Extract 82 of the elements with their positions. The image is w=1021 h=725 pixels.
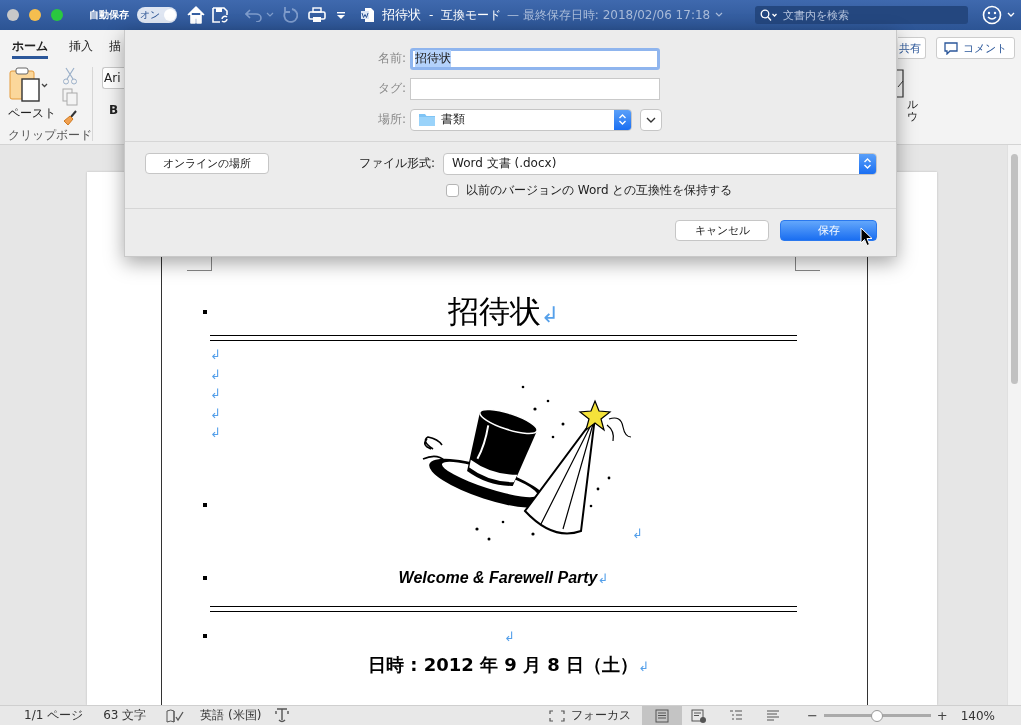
scroll-thumb[interactable]	[1011, 154, 1018, 384]
search-icon[interactable]	[760, 9, 778, 21]
ribbon-tab[interactable]: 挿入	[69, 38, 93, 59]
paragraph-mark: ↲	[210, 366, 221, 382]
zoom-button[interactable]	[51, 9, 63, 21]
tags-field[interactable]	[410, 77, 660, 100]
paragraph-mark: ↲	[210, 347, 221, 363]
focus-button[interactable]: フォーカス	[570, 707, 631, 724]
folder-icon	[419, 113, 435, 126]
web-layout-icon	[690, 708, 707, 723]
party-name: Welcome & Farewell Party	[398, 569, 598, 586]
minimize-button[interactable]	[29, 9, 41, 21]
stepper-arrows-icon	[863, 157, 872, 170]
bold-button[interactable]: B	[109, 103, 123, 117]
event-date: 日時 : 2012 年 9 月 8 日（土）	[367, 653, 639, 675]
ribbon-tab[interactable]: 描	[109, 38, 121, 59]
field-label: タグ:	[376, 80, 407, 97]
font-name-field[interactable]: Ari	[102, 67, 124, 89]
language-indicator[interactable]: 英語 (米国)	[200, 707, 262, 724]
close-button[interactable]	[7, 9, 19, 21]
redo-icon[interactable]	[282, 6, 298, 24]
cut-icon[interactable]	[62, 67, 78, 85]
customize-menu-icon[interactable]	[336, 10, 346, 20]
print-icon[interactable]	[308, 7, 326, 23]
outline-icon	[727, 708, 744, 723]
zoom-in-button[interactable]: +	[936, 708, 948, 723]
chevron-down-icon	[646, 116, 656, 123]
stepper-arrows-icon	[618, 113, 627, 126]
autosave-toggle[interactable]: オン	[137, 7, 177, 23]
paragraph-mark: ↲	[210, 425, 221, 441]
draft-icon	[764, 708, 781, 723]
paragraph-mark: ↲	[638, 658, 650, 674]
command-label: ル	[907, 99, 918, 111]
file-format-popup[interactable]: Word 文書 (.docx)	[443, 152, 877, 175]
paragraph-mark: ↲	[597, 571, 609, 586]
expand-button[interactable]	[640, 108, 662, 131]
clipboard-icon	[8, 67, 48, 103]
paragraph-mark: ↲	[504, 629, 515, 644]
checkbox-label: 以前のバージョンの Word との互換性を保持する	[466, 182, 733, 199]
page-count[interactable]: 1/1 ページ	[24, 707, 84, 724]
focus-icon[interactable]	[548, 709, 565, 722]
format-painter-icon[interactable]	[62, 109, 78, 127]
field-label: 場所:	[376, 111, 407, 128]
word-document-icon	[361, 7, 375, 23]
online-locations-button[interactable]: オンラインの場所	[145, 153, 269, 174]
chevron-down-icon[interactable]	[715, 12, 724, 18]
smiley-icon[interactable]	[982, 5, 1002, 25]
undo-icon[interactable]	[245, 8, 263, 22]
proofing-icon[interactable]	[166, 708, 185, 723]
last-saved-label: — 最終保存日時: 2018/02/06 17:18	[506, 6, 711, 24]
autosave-label: 自動保存	[89, 8, 129, 22]
ribbon-tab[interactable]: ホーム	[12, 38, 48, 59]
comment-icon	[944, 41, 958, 55]
slider-thumb[interactable]	[871, 709, 884, 722]
zoom-out-button[interactable]: −	[806, 708, 818, 723]
view-button[interactable]	[641, 705, 682, 725]
track-changes-icon[interactable]	[275, 707, 290, 724]
group-label: クリップボード	[8, 127, 92, 144]
paste-button[interactable]: ペースト	[8, 67, 60, 127]
print-layout-icon	[653, 708, 670, 723]
paragraph-mark: ↲	[540, 302, 560, 327]
save-icon[interactable]	[211, 6, 229, 24]
checkbox[interactable]	[446, 184, 459, 197]
document-title: 招待状	[447, 293, 541, 329]
paragraph-mark: ↲	[632, 525, 643, 541]
word-count[interactable]: 63 文字	[103, 707, 147, 724]
location-popup[interactable]: 書類	[410, 108, 632, 131]
paragraph-mark: ↲	[210, 405, 221, 421]
field-label: ファイル形式:	[358, 155, 435, 172]
command-label: ウ	[907, 111, 918, 123]
document-title: 招待状	[382, 6, 421, 24]
zoom-percent[interactable]: 140%	[960, 708, 995, 723]
field-label: 名前:	[376, 50, 407, 67]
cancel-button[interactable]: キャンセル	[675, 220, 769, 241]
mouse-pointer-icon	[860, 227, 874, 247]
comment-button[interactable]: コメント	[936, 37, 1015, 59]
paragraph-mark: ↲	[210, 386, 221, 402]
share-button[interactable]: 共有	[898, 37, 926, 59]
name-field[interactable]: 招待状	[410, 47, 660, 70]
search-field[interactable]: 文書内を検索	[755, 6, 968, 24]
home-icon[interactable]	[187, 6, 205, 24]
compatibility-mode-label: - 互換モード	[429, 6, 501, 24]
